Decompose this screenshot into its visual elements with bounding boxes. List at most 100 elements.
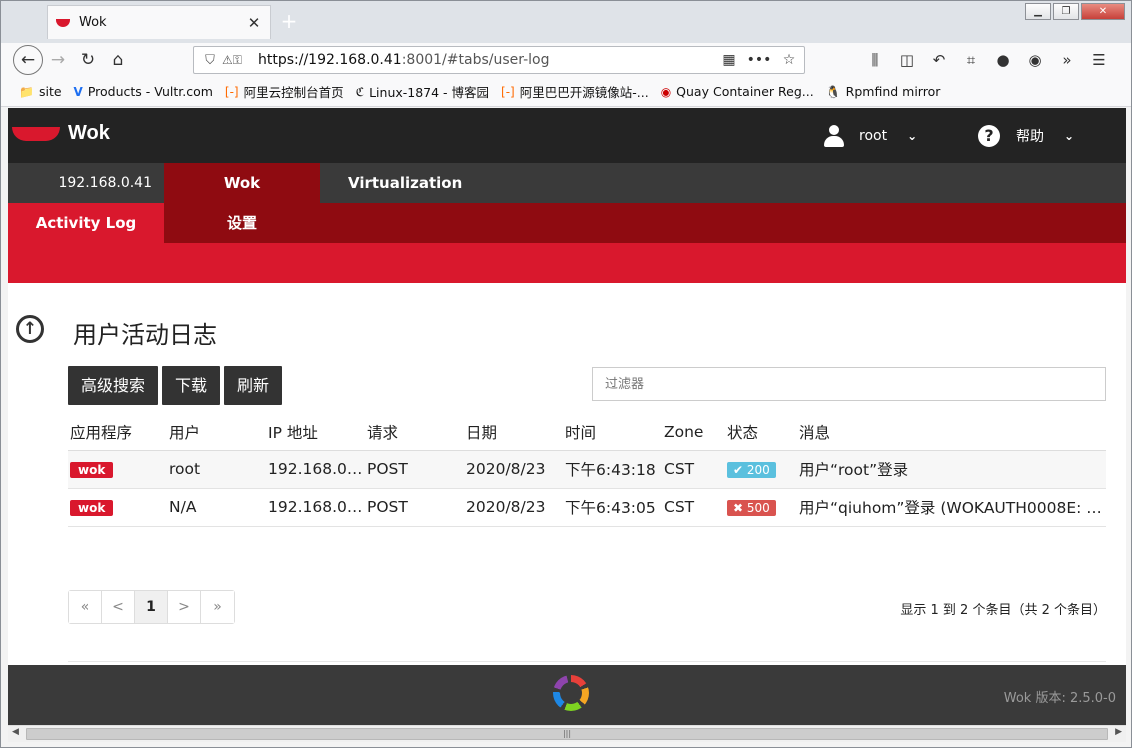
- user-cell: N/A: [167, 488, 266, 527]
- tab-wok[interactable]: Wok: [164, 163, 320, 203]
- crop-icon[interactable]: ⌗: [955, 51, 987, 69]
- shield-icon[interactable]: ⛉: [198, 53, 222, 68]
- date-cell: 2020/8/23: [464, 450, 563, 489]
- column-header[interactable]: 请求: [365, 414, 464, 451]
- bookmark-quay[interactable]: ◉ Quay Container Reg...: [661, 84, 814, 99]
- web-page: Wok root ⌄ ? 帮助 ⌄ 192.168.0.41 Wok Virtu…: [8, 108, 1126, 725]
- undo-icon[interactable]: ↶: [923, 51, 955, 69]
- tab-title: Wok: [79, 15, 107, 30]
- help-icon: ?: [978, 125, 1000, 147]
- bookmark-site[interactable]: 📁 site: [19, 84, 62, 99]
- minimize-button[interactable]: ▁: [1025, 3, 1051, 20]
- window-close-button[interactable]: ✕: [1081, 3, 1125, 20]
- column-header[interactable]: IP 地址: [266, 414, 365, 451]
- filter-input[interactable]: [592, 367, 1106, 401]
- bookmark-vultr[interactable]: V Products - Vultr.com: [74, 84, 213, 99]
- page-actions-icon[interactable]: •••: [744, 52, 774, 68]
- user-name: root: [859, 128, 888, 144]
- advanced-search-button[interactable]: 高级搜索: [68, 366, 159, 405]
- extension-icon[interactable]: ●: [987, 51, 1019, 69]
- home-button[interactable]: ⌂: [103, 45, 133, 75]
- main-content: ↑ 用户活动日志 高级搜索 下载 刷新 应用程序 用户 IP 地址 请求: [8, 283, 1126, 665]
- host-tabs: 192.168.0.41 Wok Virtualization: [8, 163, 1126, 203]
- forward-button[interactable]: →: [43, 45, 73, 75]
- table-row[interactable]: wok N/A 192.168.0.41 POST 2020/8/23 下午6:…: [68, 488, 1106, 527]
- bookmarks-bar: 📁 site V Products - Vultr.com [-] 阿里云控制台首页 …: [1, 77, 1131, 107]
- request-cell: POST: [365, 488, 464, 527]
- vultr-icon: V: [73, 84, 83, 99]
- divider: [68, 661, 1106, 662]
- last-page-button[interactable]: »: [201, 591, 234, 623]
- time-cell: 下午6:43:05: [563, 488, 662, 527]
- tab-virtualization[interactable]: Virtualization: [320, 163, 462, 203]
- new-tab-button[interactable]: +: [279, 9, 299, 33]
- back-button[interactable]: ←: [13, 45, 43, 75]
- download-button[interactable]: 下载: [162, 366, 221, 405]
- overflow-icon[interactable]: »: [1051, 51, 1083, 69]
- qr-code-icon[interactable]: ▦: [714, 52, 744, 68]
- brand[interactable]: Wok: [12, 122, 110, 145]
- app-cell: wok: [68, 488, 167, 527]
- lock-warning-icon[interactable]: ⚠⚿: [222, 53, 258, 68]
- menu-icon[interactable]: ☰: [1083, 51, 1115, 69]
- project-logo-icon: [553, 675, 589, 711]
- column-header[interactable]: 状态: [725, 414, 797, 451]
- bookmark-cnblogs[interactable]: ℭ Linux-1874 - 博客园: [356, 82, 489, 101]
- sidebar-icon[interactable]: ◫: [891, 51, 923, 69]
- account-icon[interactable]: ◉: [1019, 51, 1051, 69]
- bookmark-rpmfind[interactable]: 🐧 Rpmfind mirror: [826, 84, 941, 99]
- url-text[interactable]: https://192.168.0.41:8001/#tabs/user-log: [258, 52, 714, 68]
- user-cell: root: [167, 450, 266, 489]
- app-badge: wok: [70, 500, 114, 516]
- folder-icon: 📁: [19, 84, 34, 99]
- column-header[interactable]: Zone: [662, 414, 725, 451]
- tab-settings[interactable]: 设置: [164, 203, 320, 243]
- page-1-button[interactable]: 1: [135, 591, 168, 623]
- activity-log-table: 应用程序 用户 IP 地址 请求 日期 时间 Zone 状态 消息 wok ro: [68, 414, 1106, 527]
- horizontal-scrollbar[interactable]: ◀ ||| ▶: [8, 725, 1126, 742]
- penguin-icon: 🐧: [825, 84, 841, 99]
- scroll-right-icon[interactable]: ▶: [1115, 727, 1122, 737]
- scroll-left-icon[interactable]: ◀: [12, 727, 19, 737]
- bookmark-aliyun-mirror[interactable]: [-] 阿里巴巴开源镜像站-...: [501, 82, 649, 101]
- reload-button[interactable]: ↻: [73, 45, 103, 75]
- table-row[interactable]: wok root 192.168.0.41 POST 2020/8/23 下午6…: [68, 450, 1106, 489]
- url-bar[interactable]: ⛉ ⚠⚿ https://192.168.0.41:8001/#tabs/use…: [193, 46, 805, 74]
- bookmark-star-icon[interactable]: ☆: [774, 52, 804, 68]
- maximize-button[interactable]: ❐: [1053, 3, 1079, 20]
- refresh-button[interactable]: 刷新: [224, 366, 283, 405]
- app-footer: Wok 版本: 2.5.0-0: [8, 665, 1126, 725]
- next-page-button[interactable]: >: [168, 591, 201, 623]
- zone-cell: CST: [662, 450, 725, 489]
- browser-tab[interactable]: Wok ✕: [47, 5, 271, 39]
- prev-page-button[interactable]: <: [102, 591, 135, 623]
- quay-icon: ◉: [660, 84, 672, 99]
- column-header[interactable]: 用户: [167, 414, 266, 451]
- time-cell: 下午6:43:18: [563, 450, 662, 489]
- user-menu[interactable]: root ⌄: [823, 125, 917, 147]
- column-header[interactable]: 日期: [464, 414, 563, 451]
- message-cell: 用户“root”登录: [797, 450, 1106, 489]
- page-title: 用户活动日志: [73, 321, 217, 349]
- column-header[interactable]: 消息: [797, 414, 1106, 451]
- pagination-info: 显示 1 到 2 个条目（共 2 个条目）: [900, 603, 1106, 618]
- library-icon[interactable]: ⫼: [859, 51, 891, 69]
- scrollbar-thumb[interactable]: |||: [26, 728, 1108, 740]
- help-menu[interactable]: ? 帮助 ⌄: [978, 125, 1074, 147]
- status-badge: ✖ 500: [727, 500, 776, 516]
- tab-activity-log[interactable]: Activity Log: [8, 203, 164, 243]
- column-header[interactable]: 时间: [563, 414, 662, 451]
- first-page-button[interactable]: «: [69, 591, 102, 623]
- window-controls: ▁ ❐ ✕: [1025, 3, 1125, 20]
- bookmark-aliyun[interactable]: [-] 阿里云控制台首页: [225, 82, 344, 101]
- sub-tabs: Activity Log 设置: [8, 203, 1126, 243]
- status-cell: ✔ 200: [725, 450, 797, 489]
- tab-close-icon[interactable]: ✕: [246, 14, 262, 32]
- app-header: Wok root ⌄ ? 帮助 ⌄: [8, 108, 1126, 163]
- wok-logo-icon: [12, 126, 60, 141]
- header-band: [8, 243, 1126, 283]
- status-badge: ✔ 200: [727, 462, 776, 478]
- ip-cell: 192.168.0.41: [266, 488, 365, 527]
- collapse-up-icon[interactable]: ↑: [16, 315, 44, 343]
- column-header[interactable]: 应用程序: [68, 414, 167, 451]
